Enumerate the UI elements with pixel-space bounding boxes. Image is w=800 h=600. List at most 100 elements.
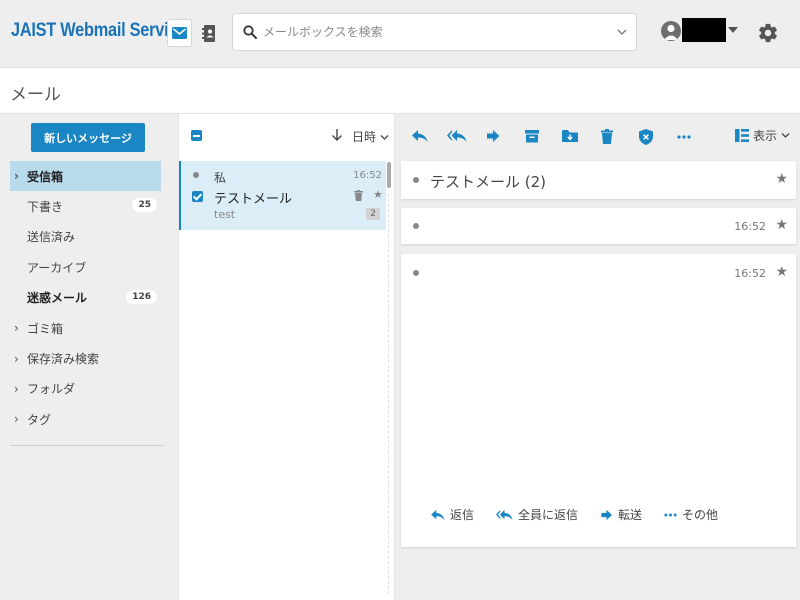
unread-dot-icon[interactable]: [413, 270, 419, 276]
view-options-label: 表示: [753, 129, 778, 143]
forward-icon[interactable]: [486, 129, 500, 143]
sort-direction-arrow-icon[interactable]: [331, 128, 343, 142]
list-item[interactable]: 私 16:52 テストメール ★ test 2: [179, 161, 386, 230]
new-message-button[interactable]: 新しいメッセージ: [31, 123, 145, 152]
scrollbar-track[interactable]: [388, 194, 389, 594]
unread-count-badge: 126: [126, 289, 157, 304]
chevron-right-icon[interactable]: ›: [10, 352, 27, 366]
search-input[interactable]: [263, 22, 603, 42]
user-avatar[interactable]: [661, 21, 681, 41]
mail-app-button[interactable]: [167, 19, 192, 47]
sidebar-item-junk[interactable]: 迷惑メール 126: [10, 283, 161, 313]
sidebar-item-saved-searches[interactable]: › 保存済み検索: [10, 343, 161, 373]
reply-icon[interactable]: [412, 129, 428, 143]
section-titlebar: メール: [0, 68, 800, 114]
page-title: メール: [10, 85, 61, 105]
unread-dot-icon[interactable]: [413, 223, 419, 229]
folder-label: アーカイブ: [27, 260, 87, 275]
user-name-redacted[interactable]: [682, 18, 726, 42]
message-toolbar: 表示: [395, 114, 800, 160]
forward-label: 転送: [618, 508, 643, 522]
sidebar-item-folders[interactable]: › フォルダ: [10, 374, 161, 404]
folder-label: ゴミ箱: [27, 321, 64, 336]
star-icon[interactable]: ★: [373, 188, 383, 201]
folder-label: 下書き: [27, 200, 64, 215]
chevron-right-icon[interactable]: ›: [10, 169, 27, 183]
address-book-icon: [201, 24, 215, 42]
mailbox-search: [232, 13, 637, 51]
folder-sidebar: 新しいメッセージ › 受信箱 下書き 25 送信済み アーカイブ 迷惑メール 1…: [0, 114, 178, 600]
message-subject: テストメール: [214, 192, 293, 207]
expanded-message-card: 16:52 ★ 返信 全員に返信 転送 その他: [401, 254, 796, 547]
message-time: 16:52: [353, 170, 382, 181]
sidebar-item-trash[interactable]: › ゴミ箱: [10, 313, 161, 343]
gear-icon[interactable]: [757, 22, 779, 44]
star-icon[interactable]: ★: [775, 264, 788, 280]
reply-all-button[interactable]: 全員に返信: [496, 506, 578, 523]
search-icon[interactable]: [243, 25, 257, 39]
sidebar-item-inbox[interactable]: › 受信箱: [10, 161, 161, 192]
message-time: 16:52: [734, 220, 766, 233]
folder-label: 迷惑メール: [27, 291, 88, 306]
trash-icon[interactable]: [354, 190, 363, 201]
chevron-right-icon[interactable]: ›: [10, 382, 27, 396]
more-actions-icon[interactable]: [677, 135, 691, 139]
folder-label: 送信済み: [27, 230, 76, 245]
collapsed-message-card[interactable]: 16:52 ★: [401, 208, 796, 244]
search-options-chevron-icon[interactable]: [617, 27, 627, 37]
unread-dot-icon[interactable]: [193, 172, 199, 178]
thread-subject: テストメール (2): [430, 173, 547, 191]
folder-list: › 受信箱 下書き 25 送信済み アーカイブ 迷惑メール 126 › ゴミ箱 …: [10, 161, 161, 435]
reply-all-icon[interactable]: [447, 129, 467, 143]
message-list: 日時 私 16:52 テストメール ★ test 2: [178, 114, 395, 600]
folder-label: 受信箱: [27, 169, 64, 184]
unread-count-badge: 25: [132, 198, 157, 213]
sidebar-item-archive[interactable]: アーカイブ: [10, 252, 161, 282]
junk-shield-icon[interactable]: [639, 129, 653, 145]
divider: [10, 445, 165, 446]
unread-dot-icon[interactable]: [413, 177, 419, 183]
reply-all-icon: [496, 509, 513, 520]
sort-field-dropdown[interactable]: 日時: [352, 128, 389, 145]
sidebar-item-sent[interactable]: 送信済み: [10, 222, 161, 252]
more-label: その他: [682, 508, 719, 522]
chevron-down-icon: [380, 135, 389, 140]
chevron-right-icon[interactable]: ›: [10, 412, 27, 426]
more-button[interactable]: その他: [664, 506, 718, 523]
reply-button[interactable]: 返信: [431, 506, 474, 523]
more-dots-icon: [664, 513, 677, 516]
reading-pane: 表示 テストメール (2) ★ 16:52 ★ 16:52 ★ 返信 全員に返信…: [395, 114, 800, 600]
select-all-checkbox[interactable]: [191, 130, 202, 141]
forward-button[interactable]: 転送: [600, 506, 642, 523]
message-sender: 私: [214, 171, 227, 185]
message-checkbox[interactable]: [192, 191, 203, 202]
view-options-button[interactable]: 表示: [735, 127, 790, 144]
move-to-folder-icon[interactable]: [562, 129, 578, 143]
layout-icon: [735, 129, 749, 142]
reply-icon: [431, 509, 445, 520]
star-icon[interactable]: ★: [775, 217, 788, 233]
star-icon[interactable]: ★: [775, 171, 788, 187]
user-icon: [664, 24, 678, 40]
folder-label: タグ: [27, 412, 52, 427]
brand-logo[interactable]: JAIST Webmail Service: [11, 20, 186, 42]
caret-down-icon[interactable]: [728, 27, 738, 33]
message-preview: test: [214, 208, 236, 221]
thread-header-card: テストメール (2) ★: [401, 161, 796, 199]
sort-field-label: 日時: [352, 130, 377, 144]
reply-all-label: 全員に返信: [518, 508, 579, 522]
reply-label: 返信: [450, 508, 475, 522]
app-header: JAIST Webmail Service: [0, 0, 800, 68]
sidebar-item-drafts[interactable]: 下書き 25: [10, 191, 161, 221]
list-toolbar: 日時: [179, 114, 396, 160]
message-actions: 返信 全員に返信 転送 その他: [431, 506, 740, 523]
chevron-right-icon[interactable]: ›: [10, 321, 27, 335]
envelope-icon: [172, 27, 187, 39]
address-book-button[interactable]: [198, 19, 218, 47]
sidebar-item-tags[interactable]: › タグ: [10, 404, 161, 434]
folder-label: フォルダ: [27, 382, 76, 397]
archive-icon[interactable]: [525, 129, 539, 143]
forward-icon: [601, 509, 613, 520]
trash-icon[interactable]: [601, 129, 613, 144]
scrollbar-thumb[interactable]: [387, 162, 391, 188]
